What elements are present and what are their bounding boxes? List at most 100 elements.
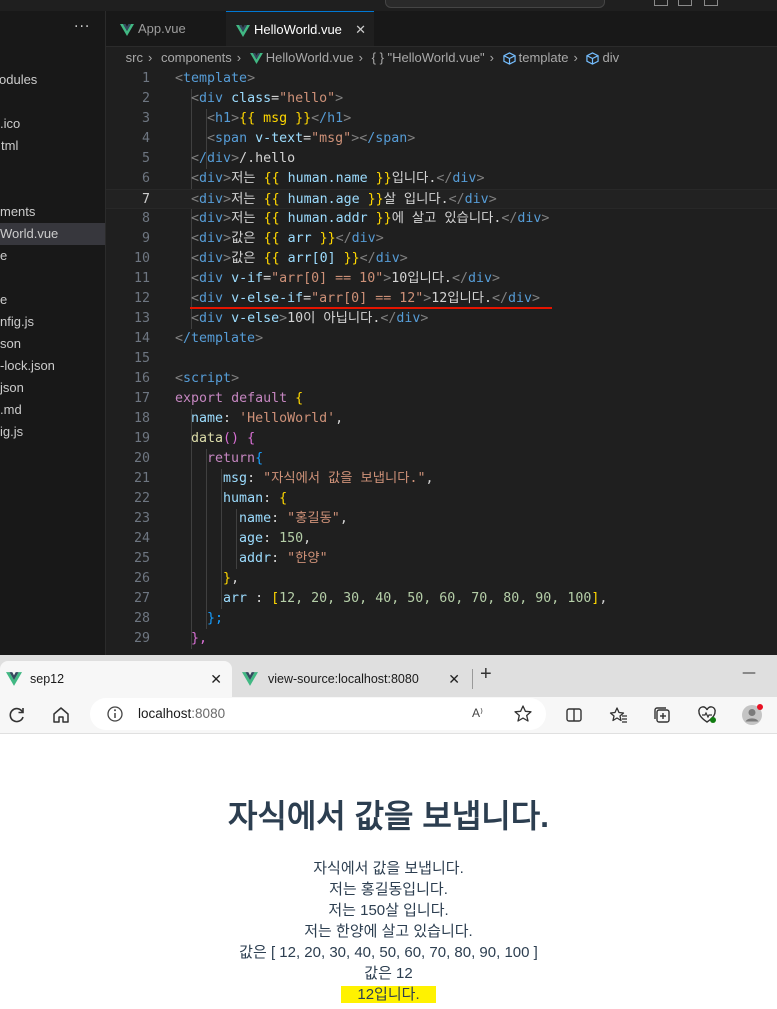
split-screen-icon[interactable] <box>563 704 585 726</box>
explorer-item[interactable]: .ico <box>0 113 105 135</box>
vscode-window: ··· odules .ico tml ments World.vue e e … <box>0 0 777 655</box>
line-number: 3 <box>141 111 150 126</box>
home-icon[interactable] <box>50 704 72 726</box>
browser-tab-title: view-source:localhost:8080 <box>268 672 419 686</box>
code-token: }} <box>335 251 360 266</box>
code-token: 10입니다. <box>391 271 452 286</box>
line-number: 27 <box>133 591 150 606</box>
explorer-item-selected[interactable]: World.vue <box>0 223 105 245</box>
close-tab-icon[interactable]: ✕ <box>448 661 460 697</box>
explorer-item[interactable]: nfig.js <box>0 311 105 333</box>
code-line: 5 </div>/.hello <box>106 149 777 169</box>
code-line: 27 arr : [12, 20, 30, 40, 50, 60, 70, 80… <box>106 589 777 609</box>
code-token: addr <box>239 551 272 566</box>
url-port: :8080 <box>191 706 226 721</box>
explorer-item[interactable]: ig.js <box>0 421 105 443</box>
code-line: 6 <div>저는 {{ human.name }}입니다.</div> <box>106 169 777 189</box>
breadcrumb-item[interactable]: template <box>519 47 569 69</box>
code-token: 에 살고 있습니다. <box>391 211 502 226</box>
explorer-item-label: son <box>0 336 21 351</box>
favorite-star-icon[interactable] <box>512 703 534 725</box>
minimize-button[interactable]: — <box>742 665 756 681</box>
explorer-item[interactable]: e <box>0 289 105 311</box>
chevron-right-icon: › <box>236 50 242 65</box>
code-line: 12 <div v-else-if="arr[0] == 12">12입니다.<… <box>106 289 777 309</box>
code-line: 24 age: 150, <box>106 529 777 549</box>
tab-app-vue[interactable]: App.vue <box>106 11 226 46</box>
line-number: 5 <box>141 151 150 166</box>
breadcrumb-item[interactable]: { } "HelloWorld.vue" <box>372 47 485 69</box>
explorer-item-label: -lock.json <box>0 358 55 373</box>
code-token: {{ <box>263 171 288 186</box>
new-tab-button[interactable]: + <box>480 663 492 686</box>
code-token: { <box>255 451 264 466</box>
line-number: 9 <box>141 231 150 246</box>
code-token: 입니다. <box>391 171 437 186</box>
chevron-right-icon: › <box>489 50 495 65</box>
line-number: 7 <box>141 192 150 207</box>
browser-window: sep12 ✕ view-source:localhost:8080 ✕ + —… <box>0 655 777 1009</box>
chevron-right-icon: › <box>358 50 363 65</box>
breadcrumb-item[interactable]: src <box>126 47 143 69</box>
code-token: () <box>223 431 240 446</box>
refresh-icon[interactable] <box>6 704 28 726</box>
explorer-item[interactable]: ments <box>0 201 105 223</box>
code-token: {{ <box>263 211 288 226</box>
collections-icon[interactable] <box>651 704 673 726</box>
code-line: 13 <div v-else>10이 아닙니다.</div> <box>106 309 777 329</box>
code-token: 12입니다. <box>431 291 492 306</box>
read-aloud-icon[interactable]: A⁾ <box>472 706 483 720</box>
line-number: 16 <box>133 371 150 386</box>
code-token: span <box>215 131 248 146</box>
editor-tab-bar: App.vue HelloWorld.vue ✕ <box>106 11 777 47</box>
explorer-item[interactable]: json <box>0 377 105 399</box>
explorer-item-label: json <box>0 380 24 395</box>
url-host: localhost <box>138 706 192 721</box>
explorer-item[interactable]: son <box>0 333 105 355</box>
code-token: {{ msg }} <box>239 111 312 126</box>
close-icon[interactable]: ✕ <box>355 12 366 47</box>
code-line: 18 name: 'HelloWorld', <box>106 409 777 429</box>
line-number: 17 <box>133 391 150 406</box>
page-text-line: 값은 12 <box>364 965 413 982</box>
code-token: { <box>279 491 288 506</box>
page-content: 자식에서 값을 보냅니다. 자식에서 값을 보냅니다. 저는 홍길동입니다. 저… <box>0 734 777 1009</box>
tab-helloworld-vue[interactable]: HelloWorld.vue ✕ <box>226 11 374 46</box>
profile-avatar[interactable] <box>741 704 763 726</box>
code-token: arr[0] <box>287 251 336 266</box>
url-text[interactable]: localhost:8080 <box>138 698 225 730</box>
breadcrumb-item[interactable]: div <box>602 47 619 69</box>
close-tab-icon[interactable]: ✕ <box>210 661 222 697</box>
explorer-item[interactable]: -lock.json <box>0 355 105 377</box>
code-token: name <box>239 511 272 526</box>
code-editor[interactable]: 1 <template> 2 <div class="hello"> 3 <h1>… <box>106 69 777 655</box>
vue-file-icon <box>249 53 263 65</box>
command-center[interactable] <box>385 0 605 8</box>
line-number: 28 <box>133 611 150 626</box>
explorer-item-label: tml <box>1 138 19 153</box>
layout-sidebar-icon[interactable] <box>704 0 718 6</box>
code-token: }} <box>367 171 392 186</box>
browser-tab-view-source[interactable]: view-source:localhost:8080 ✕ <box>233 661 471 697</box>
code-token: human.addr <box>287 211 368 226</box>
more-actions-icon[interactable]: ··· <box>74 19 90 35</box>
browser-essentials-icon[interactable] <box>696 704 718 726</box>
layout-panel-icon[interactable] <box>678 0 692 6</box>
layout-toggle-icon[interactable] <box>654 0 668 6</box>
favorites-icon[interactable] <box>608 704 630 726</box>
code-line: 11 <div v-if="arr[0] == 10">10입니다.</div> <box>106 269 777 289</box>
explorer-item[interactable]: e <box>0 245 105 267</box>
explorer-item[interactable]: tml <box>0 135 105 157</box>
code-line: 23 name: "홍길동", <box>106 509 777 529</box>
breadcrumb-item[interactable]: components <box>161 47 232 69</box>
line-number: 4 <box>141 131 150 146</box>
breadcrumb-item[interactable]: HelloWorld.vue <box>266 47 354 69</box>
site-info-icon[interactable] <box>106 705 124 723</box>
code-token: arr <box>287 231 312 246</box>
address-bar[interactable]: localhost:8080 A⁾ <box>90 698 546 730</box>
explorer-item[interactable]: .md <box>0 399 105 421</box>
explorer-item[interactable]: odules <box>0 69 105 91</box>
code-token: v-else <box>231 311 280 326</box>
explorer-item-label: nfig.js <box>0 314 34 329</box>
browser-tab-sep12[interactable]: sep12 ✕ <box>0 661 232 697</box>
